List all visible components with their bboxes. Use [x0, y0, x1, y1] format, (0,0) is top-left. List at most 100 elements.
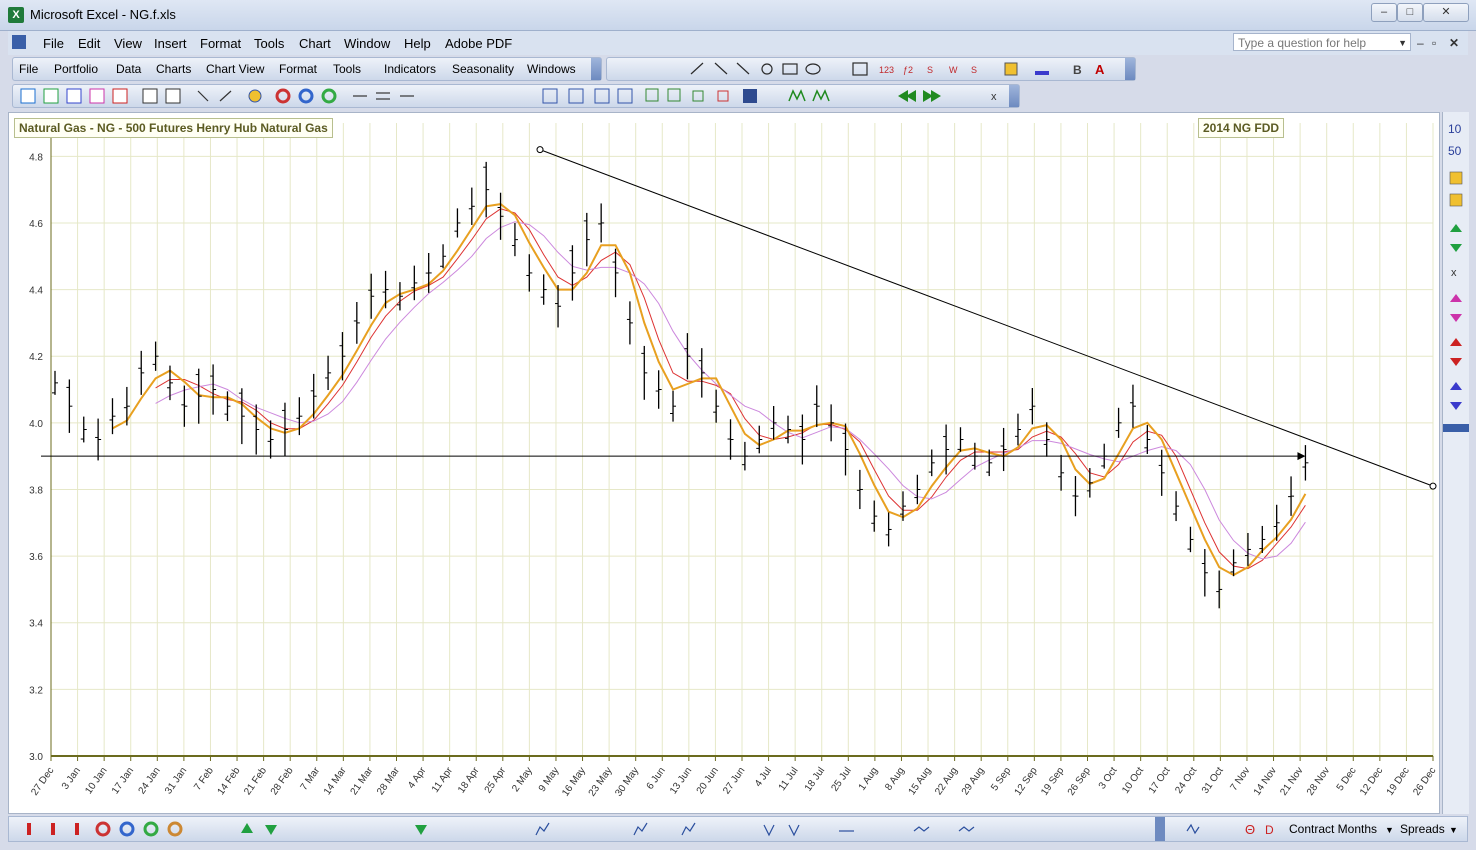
sidebar-tools-icons[interactable]: x — [1443, 168, 1469, 498]
svg-text:S: S — [927, 65, 933, 75]
chevron-down-icon[interactable]: ▼ — [1398, 34, 1407, 52]
svg-text:D: D — [1265, 823, 1274, 837]
x-tick-label: 28 Feb — [269, 765, 296, 797]
tb-menu-charts[interactable]: Charts — [156, 62, 191, 76]
x-tick-label: 14 Feb — [216, 765, 243, 797]
trendline — [539, 149, 1434, 487]
fdd-label: 2014 NG FDD — [1198, 118, 1285, 138]
tb-menu-indicators[interactable]: Indicators — [384, 62, 436, 76]
trendline-end-handle — [1429, 482, 1437, 490]
x-tick-label: 5 Dec — [1335, 765, 1359, 793]
tb-menu-portfolio[interactable]: Portfolio — [54, 62, 98, 76]
contract-months-dropdown[interactable]: Contract Months — [1289, 822, 1377, 836]
x-tick-label: 21 Nov — [1278, 765, 1305, 797]
drawing-tools-icons[interactable]: 123 ƒ2 S W S B A — [607, 58, 1127, 80]
menu-insert[interactable]: Insert — [154, 36, 187, 51]
menu-window[interactable]: Window — [344, 36, 390, 51]
menu-format[interactable]: Format — [200, 36, 241, 51]
tb-menu-windows[interactable]: Windows — [527, 62, 576, 76]
x-tick-label: 7 Feb — [192, 765, 216, 793]
x-tick-label: 11 Apr — [430, 765, 456, 795]
chevron-down-icon[interactable]: ▼ — [1385, 825, 1394, 835]
toolbar-grip[interactable] — [591, 58, 601, 80]
tb-menu-format[interactable]: Format — [279, 62, 317, 76]
tb-menu-file[interactable]: File — [19, 62, 38, 76]
svg-text:x: x — [991, 91, 997, 103]
tb-menu-seasonality[interactable]: Seasonality — [452, 62, 514, 76]
x-tick-label: 17 Jan — [110, 765, 136, 796]
x-tick-label: 14 Nov — [1252, 765, 1279, 797]
svg-text:B: B — [1073, 63, 1082, 77]
y-tick-label: 3.4 — [29, 619, 43, 630]
menu-edit[interactable]: Edit — [78, 36, 100, 51]
doc-close-icon[interactable]: ✕ — [1449, 36, 1459, 50]
bottom-tools-icons[interactable]: Θ D — [9, 817, 1279, 841]
x-tick-label: 8 Aug — [883, 765, 907, 792]
price-chart[interactable]: 4.8 4.6 4.4 4.2 4.0 3.8 3.6 3.4 3.2 3.0 27 Dec 3 J… — [9, 113, 1439, 813]
x-tick-label: 4 Apr — [406, 765, 429, 791]
tb-menu-chart-view[interactable]: Chart View — [206, 62, 264, 76]
support-arrow — [1297, 452, 1306, 461]
x-tick-label: 14 Mar — [322, 765, 349, 797]
chart-area[interactable]: 4.8 4.6 4.4 4.2 4.0 3.8 3.6 3.4 3.2 3.0 27 Dec 3 J… — [8, 112, 1440, 814]
x-tick-label: 7 Mar — [299, 765, 323, 793]
x-tick-label: 7 Nov — [1228, 765, 1252, 793]
menu-chart[interactable]: Chart — [299, 36, 331, 51]
x-tick-label: 3 Oct — [1097, 765, 1120, 791]
y-tick-label: 4.2 — [29, 352, 43, 363]
x-tick-label: 23 May — [587, 765, 615, 798]
trendline-start-handle — [536, 146, 544, 154]
svg-text:ƒ2: ƒ2 — [903, 65, 913, 75]
menu-toolbar: File Portfolio Data Charts Chart View Fo… — [12, 57, 602, 81]
help-search-input[interactable]: Type a question for help ▼ — [1233, 33, 1411, 51]
chart-toolbar: x — [12, 84, 1020, 108]
svg-text:123: 123 — [879, 65, 894, 75]
x-tick-label: 19 Sep — [1039, 765, 1066, 798]
close-button[interactable]: ✕ — [1423, 3, 1469, 22]
excel-icon: X — [8, 7, 24, 23]
toolbar-grip[interactable] — [1009, 85, 1019, 107]
chart-tools-icons[interactable]: x — [13, 85, 1009, 107]
workbook-icon[interactable] — [12, 35, 26, 49]
x-tick-label: 26 Dec — [1411, 765, 1438, 797]
spreads-dropdown[interactable]: Spreads — [1400, 822, 1445, 836]
x-tick-label: 10 Jan — [83, 765, 109, 796]
doc-restore-icon[interactable]: ▫ — [1432, 36, 1436, 50]
x-tick-label: 22 Aug — [933, 765, 960, 797]
svg-text:A: A — [1095, 62, 1105, 77]
bottom-toolbar: Θ D Contract Months ▼ Spreads ▼ — [8, 816, 1468, 842]
period-50-button[interactable]: 50 — [1448, 144, 1461, 158]
menu-help[interactable]: Help — [404, 36, 431, 51]
x-tick-label: 13 Jun — [668, 765, 694, 796]
tb-menu-data[interactable]: Data — [116, 62, 141, 76]
x-tick-label: 17 Oct — [1147, 765, 1173, 796]
y-tick-label: 4.4 — [29, 286, 43, 297]
x-tick-label: 1 Aug — [857, 765, 881, 792]
menu-view[interactable]: View — [114, 36, 142, 51]
right-sidebar: 10 50 x — [1442, 112, 1469, 814]
x-tick-label: 11 Jul — [777, 765, 801, 793]
x-tick-label: 21 Mar — [349, 765, 376, 797]
x-tick-label: 4 Jul — [753, 765, 774, 789]
y-tick-label: 3.2 — [29, 685, 43, 696]
chevron-down-icon[interactable]: ▼ — [1449, 825, 1458, 835]
menu-adobe-pdf[interactable]: Adobe PDF — [445, 36, 512, 51]
x-tick-label: 9 May — [537, 765, 562, 794]
toolbar-grip[interactable] — [1125, 58, 1135, 80]
menu-file[interactable]: File — [43, 36, 64, 51]
x-tick-label: 15 Aug — [907, 765, 934, 797]
doc-minimize-icon[interactable]: – — [1417, 36, 1424, 50]
x-tick-label: 20 Jun — [695, 765, 721, 796]
svg-text:x: x — [1451, 267, 1457, 279]
maximize-button[interactable]: □ — [1397, 3, 1423, 22]
y-tick-label: 4.8 — [29, 152, 43, 163]
title-bar: X Microsoft Excel - NG.f.xls – □ ✕ — [0, 0, 1476, 31]
tb-menu-tools[interactable]: Tools — [333, 62, 361, 76]
svg-text:Θ: Θ — [1245, 822, 1255, 837]
y-tick-label: 3.8 — [29, 485, 43, 496]
x-tick-label: 6 Jun — [645, 765, 668, 791]
menu-tools[interactable]: Tools — [254, 36, 284, 51]
minimize-button[interactable]: – — [1371, 3, 1397, 22]
period-10-button[interactable]: 10 — [1448, 122, 1461, 136]
y-tick-label: 3.6 — [29, 552, 43, 563]
